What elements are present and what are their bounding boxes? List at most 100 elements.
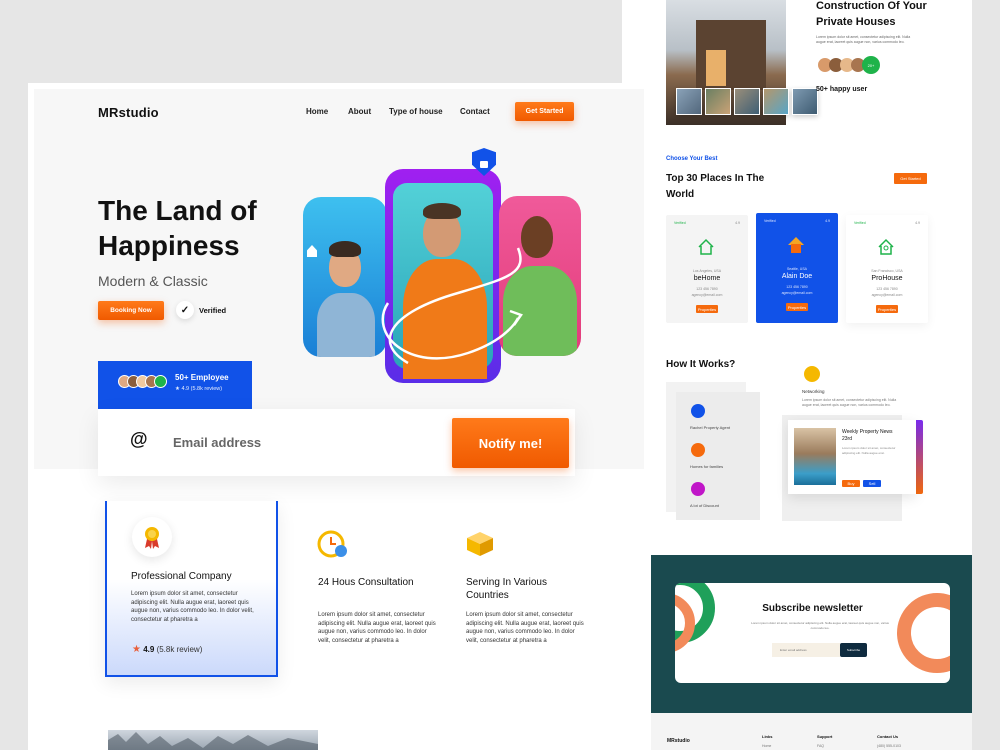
nav-type-of-house[interactable]: Type of house	[389, 107, 443, 116]
lock-icon	[480, 160, 488, 168]
swoosh-arrow-icon	[381, 247, 523, 365]
nav-home[interactable]: Home	[306, 107, 328, 116]
place-phone: 123 456 7890	[786, 285, 808, 289]
networking-text: Lorem ipsum dolor sit amet, consectetur …	[802, 398, 897, 407]
subscribe-button[interactable]: Subscribe	[840, 643, 867, 657]
verified-tag: Verified	[674, 221, 686, 225]
nav-about[interactable]: About	[348, 107, 371, 116]
feature-text: Lorem ipsum dolor sit amet, consectetur …	[131, 591, 254, 623]
notify-button[interactable]: Notify me!	[452, 418, 569, 468]
footer-col-title: Contact Us	[877, 734, 899, 739]
sell-button[interactable]: Sell	[863, 480, 881, 487]
place-location: Los Angeles, USA	[692, 269, 722, 273]
user-avatars: 20+	[818, 56, 880, 74]
booking-now-button[interactable]: Booking Now	[98, 301, 164, 320]
house-thumbnails[interactable]	[676, 88, 818, 115]
trees-image	[108, 732, 318, 750]
clock-icon	[317, 530, 347, 558]
family-icon	[691, 443, 705, 457]
secondary-page-preview: Construction Of Your Private Houses Lore…	[622, 0, 972, 750]
house-photo-preview	[108, 730, 318, 750]
package-box-icon	[467, 532, 493, 556]
feature-text: Lorem ipsum dolor sit amet, consectetur …	[318, 612, 436, 644]
buy-button[interactable]: Buy	[842, 480, 860, 487]
place-location: San Francisco, USA	[871, 269, 903, 273]
weekly-title: Weekly Property News 23rd	[842, 429, 893, 442]
properties-button[interactable]: Properties	[876, 305, 898, 313]
home-icon	[698, 238, 714, 255]
verified-tag: Verified	[854, 221, 866, 225]
steps-panel	[676, 392, 760, 520]
properties-button[interactable]: Properties	[786, 303, 808, 311]
verified-tag: Verified	[764, 219, 776, 223]
rating-count: (5.8k review)	[156, 645, 203, 654]
networking-icon	[804, 366, 820, 382]
home-icon	[788, 237, 804, 253]
place-phone: 123 456 7890	[696, 287, 718, 291]
rating-tag: 4.9	[915, 221, 920, 225]
feature-card-professional: Professional Company Lorem ipsum dolor s…	[105, 501, 278, 677]
construction-text: Lorem ipsum dolor sit amet, consectetur …	[816, 35, 911, 44]
newsletter-card: Subscribe newsletter Lorem ipsum dolor s…	[675, 583, 950, 683]
site-logo[interactable]: MRstudio	[98, 105, 159, 120]
construction-title: Construction Of Your Private Houses	[816, 0, 927, 28]
email-input[interactable]	[173, 427, 443, 457]
newsletter-section: Subscribe newsletter Lorem ipsum dolor s…	[651, 555, 972, 713]
home-icon	[307, 245, 317, 257]
avatar-more	[154, 375, 167, 388]
person-hair	[423, 203, 461, 219]
footer-link[interactable]: FAQ	[817, 744, 824, 748]
rating-tag: 4.9	[735, 221, 740, 225]
main-landing-page: MRstudio Home About Type of house Contac…	[28, 83, 650, 750]
hero-subtitle: Modern & Classic	[98, 273, 208, 289]
thumbnail[interactable]	[792, 88, 818, 115]
footer-logo: MRstudio	[667, 738, 690, 744]
place-name: ProHouse	[871, 275, 903, 282]
step-label: Rachel Property Agent	[690, 425, 731, 430]
newsletter-title: Subscribe newsletter	[762, 603, 863, 614]
home-icon	[878, 238, 894, 255]
section-eyebrow: Choose Your Best	[666, 156, 718, 162]
award-icon-wrap	[132, 517, 172, 557]
footer: MRstudio Links Support Contact Us Home F…	[651, 713, 972, 750]
thumbnail[interactable]	[734, 88, 760, 115]
rating-tag: 4.9	[825, 219, 830, 223]
feature-text: Lorem ipsum dolor sit amet, consectetur …	[466, 612, 584, 644]
nav-contact[interactable]: Contact	[460, 107, 490, 116]
thumbnail[interactable]	[705, 88, 731, 115]
properties-button[interactable]: Properties	[696, 305, 718, 313]
place-mail: agency@email.com	[871, 293, 903, 297]
rating: ★ 4.9 (5.8k review)	[132, 644, 202, 655]
thumbnail[interactable]	[676, 88, 702, 115]
feature-title: 24 Hous Consultation	[318, 577, 414, 588]
place-mail: agency@email.com	[781, 291, 813, 295]
place-location: Seattle, USA	[786, 267, 808, 271]
happy-badge: 20+	[862, 56, 880, 74]
hero-title: The Land of Happiness	[98, 195, 257, 261]
employee-stats-card: 50+ Employee ★ 4.9 (5.8k review)	[98, 361, 252, 409]
employee-rating: ★ 4.9 (5.8k review)	[175, 386, 223, 392]
place-mail: agency@email.com	[691, 293, 723, 297]
feature-title: Professional Company	[131, 571, 232, 582]
award-icon	[145, 527, 159, 549]
employee-count: 50+ Employee	[175, 373, 229, 382]
get-started-button[interactable]: Get Started	[894, 173, 927, 184]
weekly-news-card[interactable]: Weekly Property News 23rd Lorem ipsum do…	[788, 420, 916, 494]
place-phone: 123 456 7890	[876, 287, 898, 291]
employee-avatars	[118, 375, 167, 388]
thumbnail[interactable]	[763, 88, 789, 115]
places-title: Top 30 Places In The World	[666, 173, 765, 200]
get-started-button[interactable]: Get Started	[515, 102, 574, 121]
place-card[interactable]: Verified 4.9 San Francisco, USA ProHouse…	[846, 215, 928, 323]
footer-link[interactable]: (480) 555-0103	[877, 744, 901, 748]
footer-link[interactable]: Home	[762, 744, 771, 748]
place-card-active[interactable]: Verified 4.9 Seattle, USA Alain Doe 123 …	[756, 213, 838, 323]
check-icon: ✓	[176, 301, 194, 319]
place-name: beHome	[693, 275, 721, 282]
newsletter-email-input[interactable]	[772, 643, 840, 657]
place-card[interactable]: Verified 4.9 Los Angeles, USA beHome 123…	[666, 215, 748, 323]
feature-title: Serving In Various Countries	[466, 577, 547, 601]
step-label: Homes for families	[690, 464, 724, 469]
newsletter-text: Lorem ipsum dolor sit amet, consectetur …	[751, 621, 889, 630]
email-signup-bar: @ Notify me!	[98, 409, 575, 476]
